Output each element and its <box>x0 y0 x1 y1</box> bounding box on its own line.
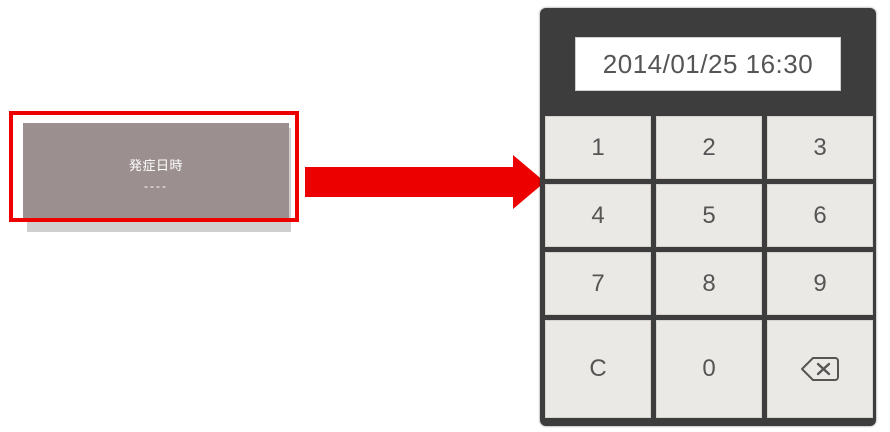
key-8[interactable]: 8 <box>656 252 762 315</box>
key-label: 3 <box>813 133 827 161</box>
key-9[interactable]: 9 <box>767 252 873 315</box>
backspace-button[interactable] <box>767 320 873 418</box>
key-label: 6 <box>813 201 827 229</box>
key-2[interactable]: 2 <box>656 116 762 179</box>
highlight-frame <box>9 111 299 222</box>
key-label: 4 <box>591 201 605 229</box>
key-4[interactable]: 4 <box>545 184 651 247</box>
key-5[interactable]: 5 <box>656 184 762 247</box>
key-label: 0 <box>702 355 716 382</box>
key-6[interactable]: 6 <box>767 184 873 247</box>
key-label: 7 <box>591 269 605 297</box>
numeric-keypad: 2014/01/25 16:30 1 2 3 4 5 6 7 8 9 C 0 <box>540 8 876 426</box>
key-label: 8 <box>702 269 716 297</box>
keypad-keys: 1 2 3 4 5 6 7 8 9 C 0 <box>540 112 876 422</box>
key-3[interactable]: 3 <box>767 116 873 179</box>
key-label: 9 <box>813 269 827 297</box>
key-label: C <box>589 355 607 382</box>
key-0[interactable]: 0 <box>656 320 762 418</box>
backspace-icon <box>801 357 839 381</box>
keypad-display: 2014/01/25 16:30 <box>575 37 841 91</box>
right-arrow-icon <box>305 155 545 209</box>
clear-button[interactable]: C <box>545 320 651 418</box>
key-7[interactable]: 7 <box>545 252 651 315</box>
key-label: 2 <box>702 133 716 161</box>
key-1[interactable]: 1 <box>545 116 651 179</box>
key-label: 5 <box>702 201 716 229</box>
key-label: 1 <box>591 133 605 161</box>
